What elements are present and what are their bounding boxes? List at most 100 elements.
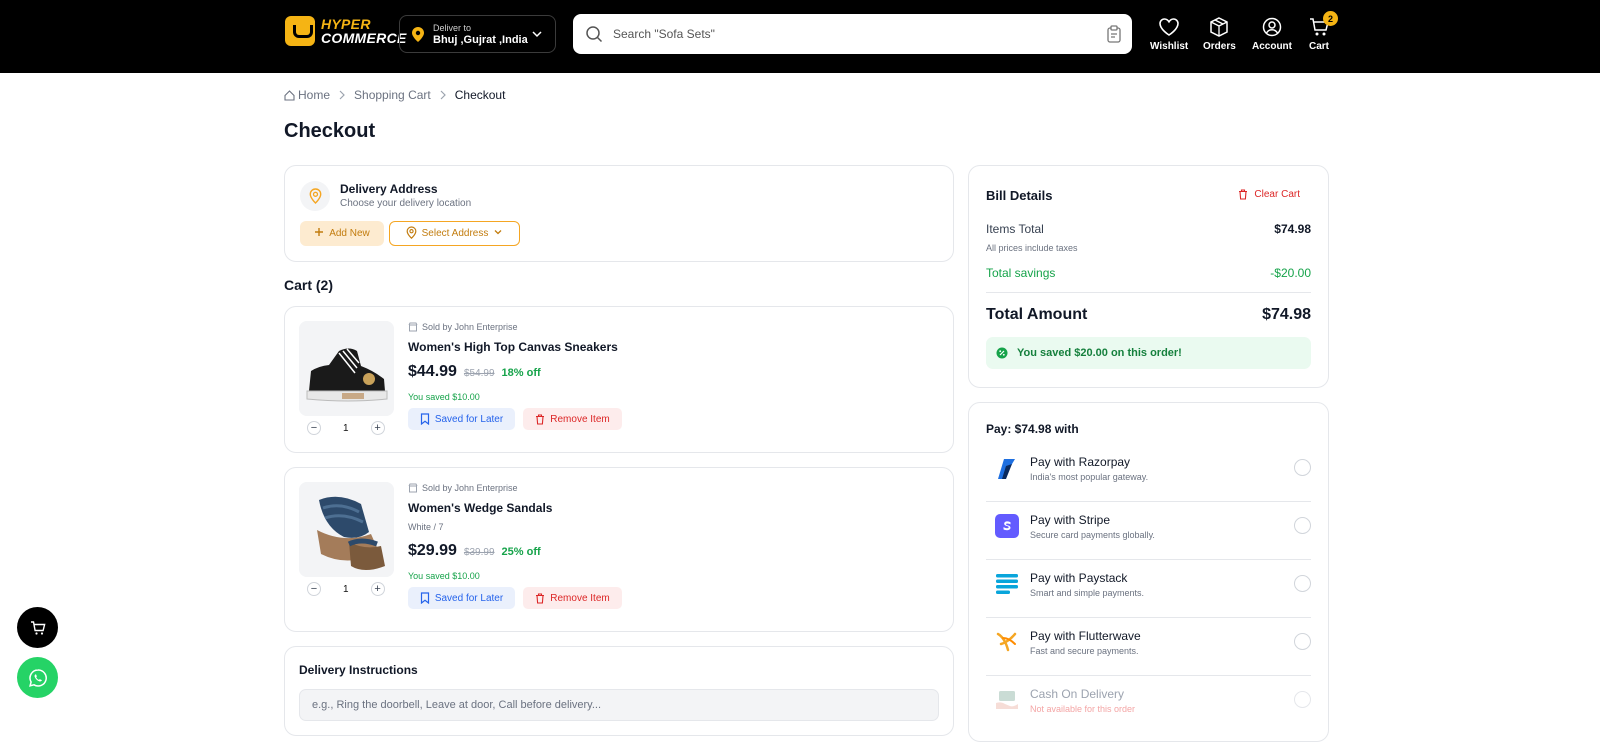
tax-note: All prices include taxes	[986, 243, 1078, 253]
select-address-button[interactable]: Select Address	[389, 221, 520, 246]
nav-orders[interactable]: Orders	[1203, 16, 1236, 52]
cart-icon: 2	[1309, 11, 1338, 38]
chevron-down-icon	[531, 28, 543, 40]
total-savings-value: -$20.00	[1270, 266, 1311, 280]
chevron-right-icon	[339, 90, 345, 100]
cart-icon	[30, 620, 45, 635]
add-new-address-button[interactable]: Add New	[300, 221, 384, 246]
payment-option-paystack[interactable]: Pay with Paystack Smart and simple payme…	[986, 560, 1311, 618]
location-pin-icon	[300, 181, 330, 211]
payment-card: Pay: $74.98 with Pay with Razorpay India…	[968, 402, 1329, 742]
nav-account[interactable]: Account	[1252, 16, 1292, 52]
remove-item-button[interactable]: Remove Item	[523, 408, 622, 430]
top-navbar: HYPER COMMERCE Deliver to Bhuj ,Gujrat ,…	[0, 0, 1600, 73]
remove-item-button[interactable]: Remove Item	[523, 587, 622, 609]
breadcrumb: Home Shopping Cart Checkout	[284, 88, 505, 102]
decrease-qty-button[interactable]: −	[307, 421, 321, 435]
save-for-later-label: Saved for Later	[434, 413, 504, 425]
payment-radio[interactable]	[1294, 459, 1311, 476]
store-icon	[408, 322, 418, 332]
discount-percent: 25% off	[501, 546, 541, 558]
delivery-address-title: Delivery Address	[340, 182, 438, 196]
quantity-value: 1	[343, 422, 349, 434]
breadcrumb-home[interactable]: Home	[284, 88, 330, 102]
product-price: $29.99	[408, 542, 457, 559]
whatsapp-button[interactable]	[17, 657, 58, 698]
clear-cart-label: Clear Cart	[1254, 189, 1300, 200]
stripe-icon	[994, 513, 1020, 539]
savings-banner-text: You saved $20.00 on this order!	[1017, 347, 1182, 359]
quantity-stepper: − 1 +	[307, 582, 385, 596]
nav-cart[interactable]: 2 Cart	[1309, 11, 1338, 52]
search-icon	[585, 25, 603, 43]
floating-cart-button[interactable]	[17, 607, 58, 648]
payment-option-name: Pay with Razorpay	[1030, 455, 1131, 469]
nav-wishlist-label: Wishlist	[1150, 41, 1189, 52]
page-title: Checkout	[284, 120, 376, 142]
delivery-instructions-card: Delivery Instructions	[284, 646, 954, 736]
cart-item: − 1 + Sold by John Enterprise Women's Hi…	[284, 306, 954, 453]
payment-radio[interactable]	[1294, 517, 1311, 534]
quantity-stepper: − 1 +	[307, 421, 385, 435]
logo-wordmark: HYPER COMMERCE	[321, 17, 407, 45]
total-amount-value: $74.98	[1262, 306, 1311, 323]
payment-option-stripe[interactable]: Pay with Stripe Secure card payments glo…	[986, 502, 1311, 560]
total-savings-label: Total savings	[986, 266, 1056, 280]
save-for-later-button[interactable]: Saved for Later	[408, 587, 515, 609]
payment-radio	[1294, 691, 1311, 708]
payment-radio[interactable]	[1294, 633, 1311, 650]
product-image-sneakers[interactable]	[299, 321, 394, 416]
location-pin-icon	[406, 225, 417, 242]
heart-icon	[1159, 16, 1179, 38]
payment-option-razorpay[interactable]: Pay with Razorpay India's most popular g…	[986, 444, 1311, 502]
store-icon	[408, 483, 418, 493]
seller-info: Sold by John Enterprise	[408, 483, 518, 493]
clear-cart-button[interactable]: Clear Cart	[1238, 189, 1300, 200]
discount-tag-icon	[996, 347, 1008, 359]
nav-wishlist[interactable]: Wishlist	[1150, 16, 1188, 52]
payment-option-name: Pay with Stripe	[1030, 513, 1111, 527]
deliver-to-selector[interactable]: Deliver to Bhuj ,Gujrat ,India	[399, 15, 556, 53]
product-name[interactable]: Women's High Top Canvas Sneakers	[408, 340, 618, 354]
product-image-sandals[interactable]	[299, 482, 394, 577]
box-icon	[1209, 16, 1229, 38]
paystack-icon	[994, 571, 1020, 597]
savings-banner: You saved $20.00 on this order!	[986, 337, 1311, 369]
search-input[interactable]	[613, 27, 1132, 41]
total-amount-label: Total Amount	[986, 306, 1088, 323]
bill-details-title: Bill Details	[986, 188, 1053, 203]
discount-percent: 18% off	[501, 367, 541, 379]
increase-qty-button[interactable]: +	[370, 582, 385, 596]
decrease-qty-button[interactable]: −	[307, 582, 321, 596]
trash-icon	[1239, 189, 1248, 200]
clipboard-icon[interactable]	[1106, 25, 1122, 43]
payment-option-flutterwave[interactable]: Pay with Flutterwave Fast and secure pay…	[986, 618, 1311, 676]
payment-radio[interactable]	[1294, 575, 1311, 592]
product-variant: White / 7	[408, 522, 444, 532]
increase-qty-button[interactable]: +	[370, 421, 385, 435]
nav-orders-label: Orders	[1203, 41, 1236, 52]
delivery-instructions-input[interactable]	[299, 689, 939, 721]
save-for-later-label: Saved for Later	[434, 592, 504, 604]
logo-line2: COMMERCE	[321, 30, 407, 46]
payment-option-name: Pay with Flutterwave	[1030, 629, 1141, 643]
product-name[interactable]: Women's Wedge Sandals	[408, 501, 552, 515]
payment-title: Pay: $74.98 with	[986, 422, 1079, 436]
items-total-row: Items Total $74.98	[986, 222, 1311, 236]
seller-label: Sold by John Enterprise	[422, 322, 518, 332]
plus-icon	[314, 227, 324, 240]
payment-option-name: Pay with Paystack	[1030, 571, 1128, 585]
delivery-address-subtitle: Choose your delivery location	[340, 198, 472, 209]
payment-option-cod: Cash On Delivery Not available for this …	[986, 676, 1311, 734]
brand-logo[interactable]: HYPER COMMERCE	[285, 16, 407, 46]
items-total-value: $74.98	[1274, 222, 1311, 236]
product-mrp: $54.99	[463, 368, 495, 379]
bill-details-card: Bill Details Clear Cart Items Total $74.…	[968, 165, 1329, 388]
payment-option-desc: Smart and simple payments.	[1030, 588, 1145, 598]
breadcrumb-shopping-cart[interactable]: Shopping Cart	[354, 88, 431, 102]
product-price: $44.99	[408, 363, 457, 380]
items-total-label: Items Total	[986, 222, 1044, 236]
logo-bag-icon	[285, 16, 315, 46]
save-for-later-button[interactable]: Saved for Later	[408, 408, 515, 430]
seller-label: Sold by John Enterprise	[422, 483, 518, 493]
